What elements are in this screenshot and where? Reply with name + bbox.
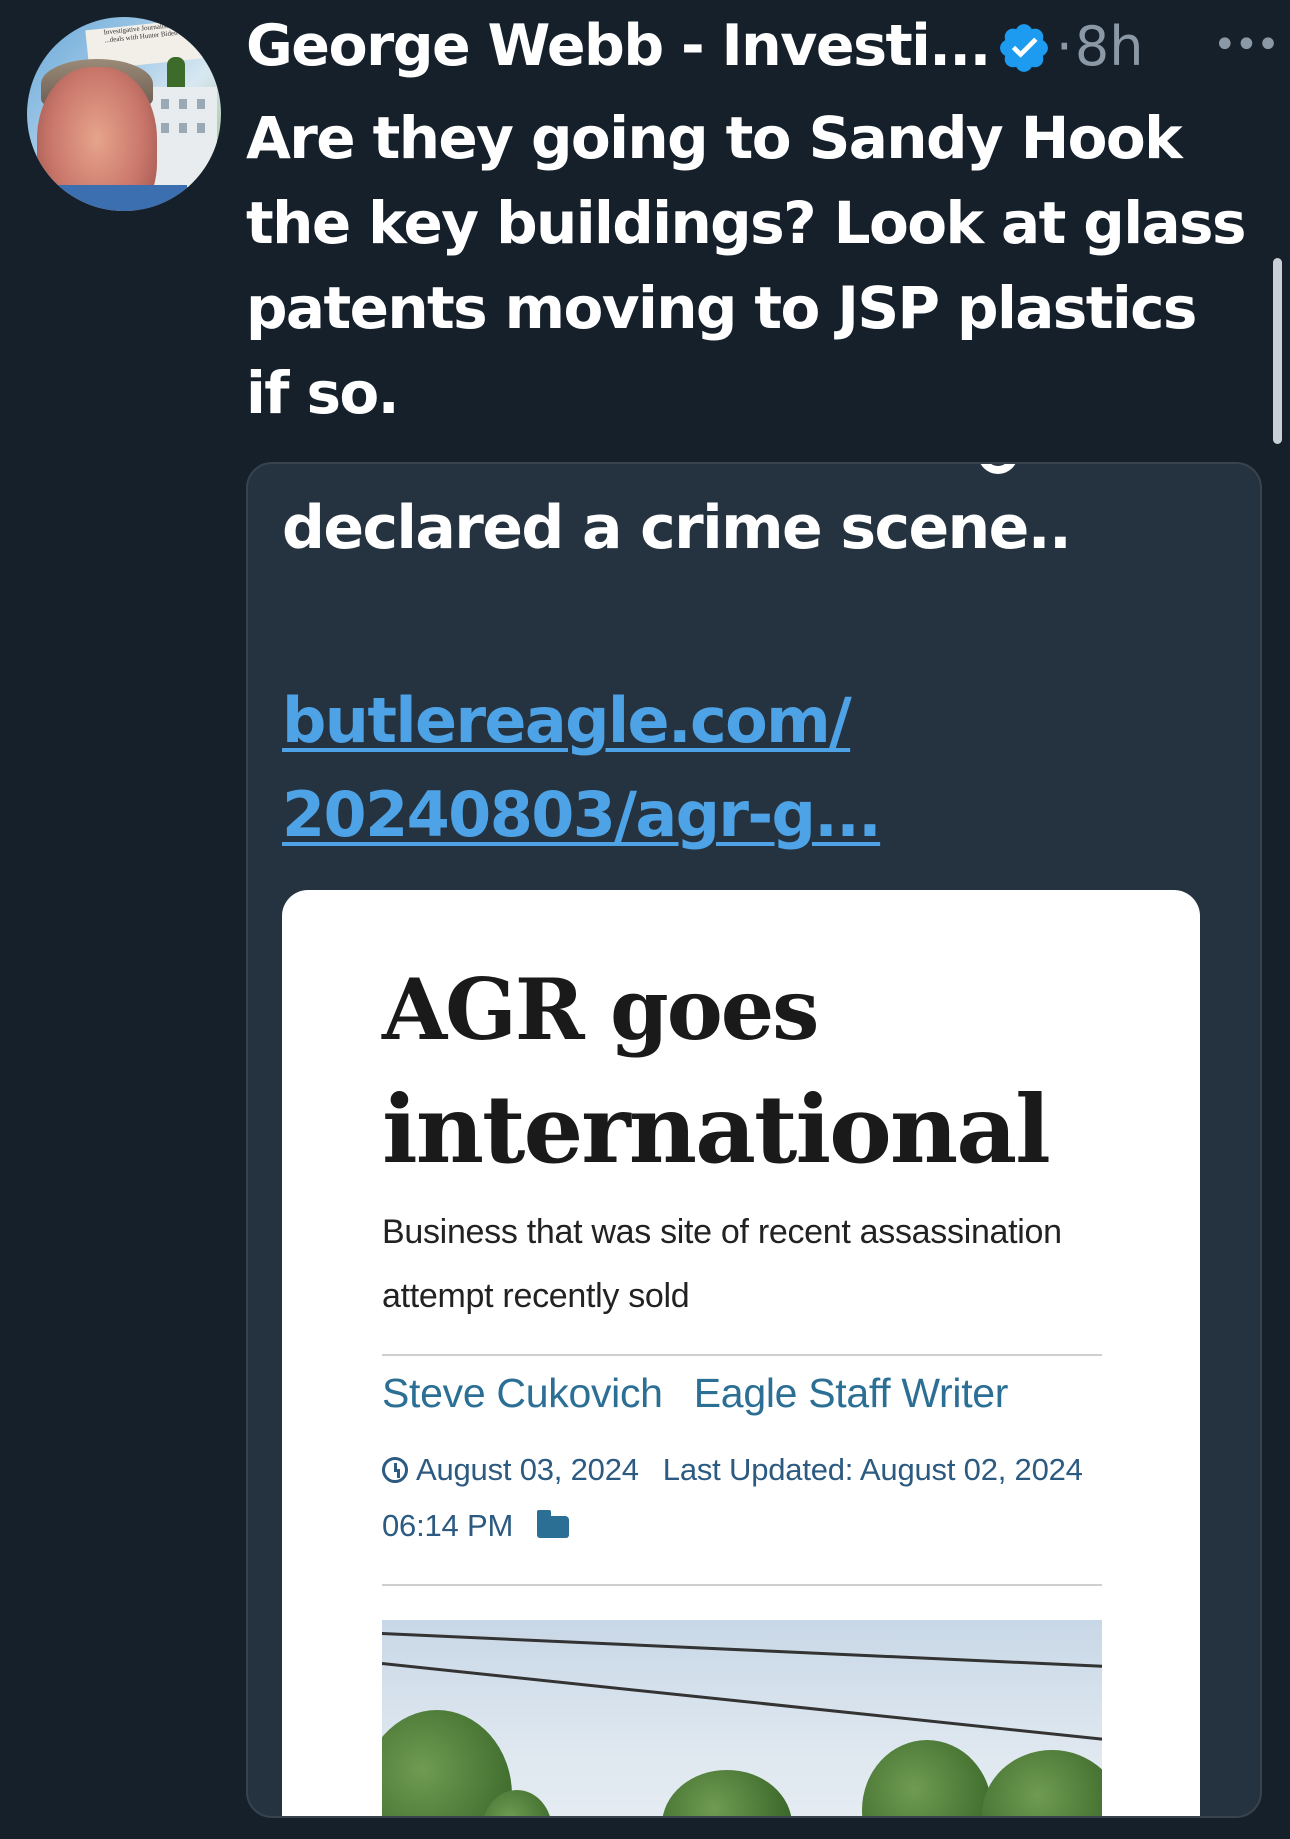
clipped-glyph xyxy=(978,464,1018,474)
divider xyxy=(382,1584,1102,1586)
quoted-tweet-text: declared a crime scene.. xyxy=(282,493,1072,563)
article-subhead: Business that was site of recent assassi… xyxy=(382,1213,1062,1315)
tweet-timestamp[interactable]: 8h xyxy=(1075,15,1144,78)
tweet-view: Investigative Journalist ... ...deals wit… xyxy=(0,0,1290,1839)
more-options-icon[interactable]: ••• xyxy=(1213,20,1280,70)
article-link-line2[interactable]: 20240803/agr-g... xyxy=(282,778,882,851)
article-headline: AGR goes international xyxy=(382,950,1102,1190)
verified-badge-icon[interactable] xyxy=(996,20,1052,76)
article-author-role: Eagle Staff Writer xyxy=(693,1370,1009,1416)
article-author: Steve Cukovich xyxy=(382,1370,663,1416)
scrollbar[interactable] xyxy=(1273,258,1282,444)
article-headline-line1: AGR goes xyxy=(382,960,819,1059)
quoted-tweet-card[interactable]: declared a crime scene.. butlereagle.com… xyxy=(246,462,1262,1818)
article-byline: Steve Cukovich Eagle Staff Writer xyxy=(382,1370,1008,1417)
article-date: August 03, 2024 xyxy=(416,1452,639,1487)
author-name[interactable]: George Webb - Investi... xyxy=(246,13,991,79)
folder-icon xyxy=(537,1510,570,1538)
separator-dot: · xyxy=(1055,14,1073,78)
clock-icon xyxy=(382,1457,408,1483)
article-link-line1[interactable]: butlereagle.com/ xyxy=(282,684,852,757)
article-link[interactable]: butlereagle.com/ 20240803/agr-g... xyxy=(282,674,1182,862)
article-screenshot[interactable]: AGR goes international Business that was… xyxy=(282,890,1200,1816)
tweet-text: Are they going to Sandy Hook the key bui… xyxy=(246,104,1246,427)
divider xyxy=(382,1354,1102,1356)
article-photo xyxy=(382,1620,1102,1816)
article-headline-line2: international xyxy=(382,1075,1051,1185)
author-avatar[interactable]: Investigative Journalist ... ...deals wit… xyxy=(27,17,221,211)
article-meta: August 03, 2024 Last Updated: August 02, … xyxy=(382,1442,1102,1554)
tweet-header: George Webb - Investi... · 8h xyxy=(246,10,1144,82)
